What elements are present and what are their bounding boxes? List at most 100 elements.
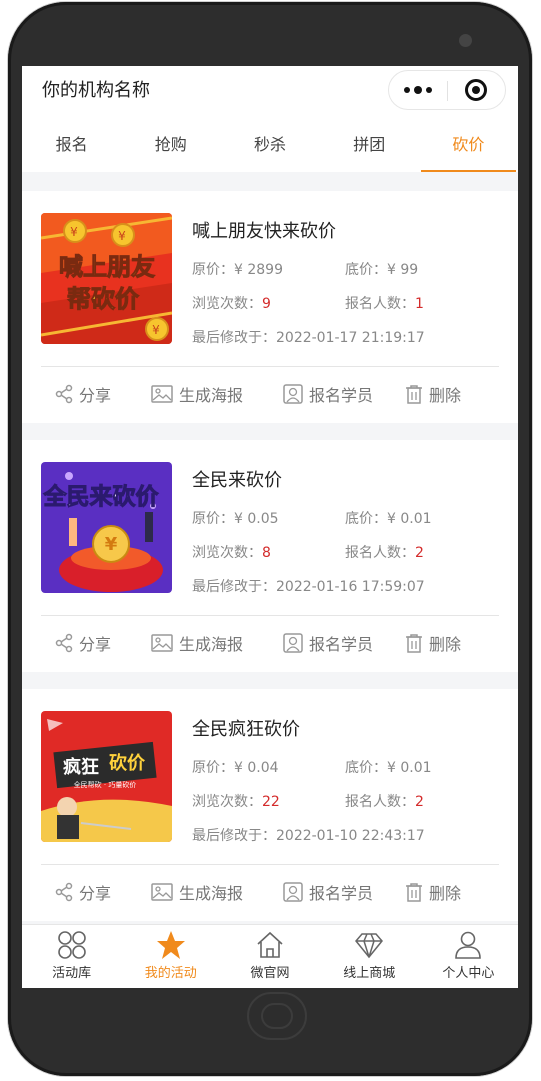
- last-modified: 最后修改于：2022-01-16 17:59:07: [192, 579, 425, 595]
- signup-students-button[interactable]: 报名学员: [283, 616, 373, 670]
- activity-card[interactable]: 疯狂 砍价 全民帮砍 · 巧量砍价 全民疯狂砍价 原价：¥ 0.04 底价：¥ …: [22, 689, 518, 921]
- delete-button[interactable]: 删除: [405, 367, 461, 421]
- activity-title[interactable]: 喊上朋友快来砍价: [192, 217, 336, 243]
- app-title: 你的机构名称: [42, 80, 150, 101]
- tabbar-label: 个人中心: [442, 966, 495, 981]
- tabbar-item-profile[interactable]: 个人中心: [419, 925, 518, 988]
- share-label: 分享: [79, 635, 112, 654]
- home-button[interactable]: [247, 992, 307, 1040]
- delete-label: 删除: [429, 635, 462, 654]
- tab-seckill[interactable]: 秒杀: [220, 118, 319, 172]
- original-price: 原价：¥ 0.04: [192, 760, 279, 776]
- original-price: 原价：¥ 2899: [192, 262, 283, 278]
- svg-text:疯狂: 疯狂: [63, 756, 99, 778]
- student-icon: [283, 882, 303, 902]
- delete-button[interactable]: 删除: [405, 865, 461, 919]
- share-label: 分享: [79, 884, 112, 903]
- signup-students-label: 报名学员: [309, 635, 374, 654]
- image-icon: [151, 385, 173, 403]
- image-icon: [151, 634, 173, 652]
- svg-text:砍价: 砍价: [109, 752, 146, 774]
- home-button-inner: [261, 1003, 293, 1029]
- diamond-icon: [355, 933, 384, 959]
- view-count: 浏览次数：9: [192, 296, 271, 312]
- home-icon: [257, 931, 283, 958]
- grid-icon: [57, 931, 86, 959]
- svg-text:全民帮砍 · 巧量砍价: 全民帮砍 · 巧量砍价: [74, 780, 137, 789]
- generate-poster-label: 生成海报: [179, 386, 244, 405]
- original-price: 原价：¥ 0.05: [192, 511, 279, 527]
- close-miniprogram-icon[interactable]: [465, 79, 487, 101]
- trash-icon: [406, 883, 422, 902]
- more-menu-icon[interactable]: [389, 71, 447, 109]
- image-icon: [151, 883, 173, 901]
- tab-flash-buy[interactable]: 抢购: [121, 118, 220, 172]
- tabbar-label: 活动库: [52, 966, 92, 981]
- share-button[interactable]: 分享: [55, 367, 111, 421]
- app-screen: 你的机构名称 报名 抢购 秒杀 拼团 砍价 ¥ ¥ ¥ 喊上朋友 帮砍价 喊上朋…: [22, 66, 518, 988]
- svg-text:全民来砍价: 全民来砍价: [43, 483, 160, 510]
- share-icon: [55, 384, 73, 404]
- generate-poster-label: 生成海报: [179, 884, 244, 903]
- tabbar-item-online-mall[interactable]: 线上商城: [320, 925, 419, 988]
- tab-bargain[interactable]: 砍价: [419, 118, 518, 172]
- tabbar-label: 我的活动: [144, 966, 197, 981]
- delete-label: 删除: [429, 884, 462, 903]
- share-button[interactable]: 分享: [55, 616, 111, 670]
- share-icon: [55, 882, 73, 902]
- signup-count: 报名人数：2: [345, 545, 424, 561]
- tabbar-item-micro-site[interactable]: 微官网: [220, 925, 319, 988]
- trash-icon: [406, 634, 422, 653]
- title-bar: 你的机构名称: [22, 66, 518, 118]
- capsule-divider: [447, 81, 448, 101]
- generate-poster-button[interactable]: 生成海报: [151, 865, 243, 919]
- student-icon: [283, 384, 303, 404]
- person-icon: [455, 931, 482, 959]
- tabbar-item-activity-library[interactable]: 活动库: [22, 925, 121, 988]
- student-icon: [283, 633, 303, 653]
- activity-card[interactable]: ¥ ¥ ¥ 喊上朋友 帮砍价 喊上朋友快来砍价 原价：¥ 2899 底价：¥ 9…: [22, 191, 518, 423]
- signup-students-label: 报名学员: [309, 884, 374, 903]
- generate-poster-label: 生成海报: [179, 635, 244, 654]
- floor-price: 底价：¥ 0.01: [345, 511, 432, 527]
- menu-capsule: [388, 70, 506, 110]
- activity-title[interactable]: 全民疯狂砍价: [192, 715, 300, 741]
- signup-students-button[interactable]: 报名学员: [283, 367, 373, 421]
- card-actions: 分享 生成海报 报名学员 删除: [41, 616, 499, 670]
- camera-icon: [459, 34, 472, 47]
- signup-count: 报名人数：2: [345, 794, 424, 810]
- svg-text:帮砍价: 帮砍价: [67, 285, 140, 313]
- floor-price: 底价：¥ 0.01: [345, 760, 432, 776]
- share-icon: [55, 633, 73, 653]
- activity-card[interactable]: ¥ 全民来砍价 全民来砍价 原价：¥ 0.05 底价：¥ 0.01 浏览次数：8…: [22, 440, 518, 672]
- svg-text:¥: ¥: [105, 534, 118, 555]
- generate-poster-button[interactable]: 生成海报: [151, 616, 243, 670]
- activity-type-tabs: 报名 抢购 秒杀 拼团 砍价: [22, 118, 518, 172]
- view-count: 浏览次数：8: [192, 545, 271, 561]
- svg-text:¥: ¥: [70, 225, 78, 239]
- delete-button[interactable]: 删除: [405, 616, 461, 670]
- last-modified: 最后修改于：2022-01-10 22:43:17: [192, 828, 425, 844]
- activity-thumbnail[interactable]: ¥ ¥ ¥ 喊上朋友 帮砍价: [41, 213, 172, 344]
- generate-poster-button[interactable]: 生成海报: [151, 367, 243, 421]
- floor-price: 底价：¥ 99: [345, 262, 419, 278]
- last-modified: 最后修改于：2022-01-17 21:19:17: [192, 330, 425, 346]
- signup-students-button[interactable]: 报名学员: [283, 865, 373, 919]
- card-actions: 分享 生成海报 报名学员 删除: [41, 367, 499, 421]
- bottom-tab-bar: 活动库 我的活动 微官网 线上商城 个人中心: [22, 924, 518, 988]
- card-actions: 分享 生成海报 报名学员 删除: [41, 865, 499, 919]
- signup-students-label: 报名学员: [309, 386, 374, 405]
- tabbar-item-my-activities[interactable]: 我的活动: [121, 925, 220, 988]
- tabbar-label: 线上商城: [343, 966, 396, 981]
- delete-label: 删除: [429, 386, 462, 405]
- view-count: 浏览次数：22: [192, 794, 280, 810]
- share-button[interactable]: 分享: [55, 865, 111, 919]
- svg-text:¥: ¥: [152, 323, 160, 337]
- activity-thumbnail[interactable]: 疯狂 砍价 全民帮砍 · 巧量砍价: [41, 711, 172, 842]
- tab-signup[interactable]: 报名: [22, 118, 121, 172]
- tab-group-buy[interactable]: 拼团: [320, 118, 419, 172]
- activity-thumbnail[interactable]: ¥ 全民来砍价: [41, 462, 172, 593]
- activity-title[interactable]: 全民来砍价: [192, 466, 282, 492]
- svg-text:喊上朋友: 喊上朋友: [59, 253, 155, 281]
- star-icon: [156, 931, 185, 959]
